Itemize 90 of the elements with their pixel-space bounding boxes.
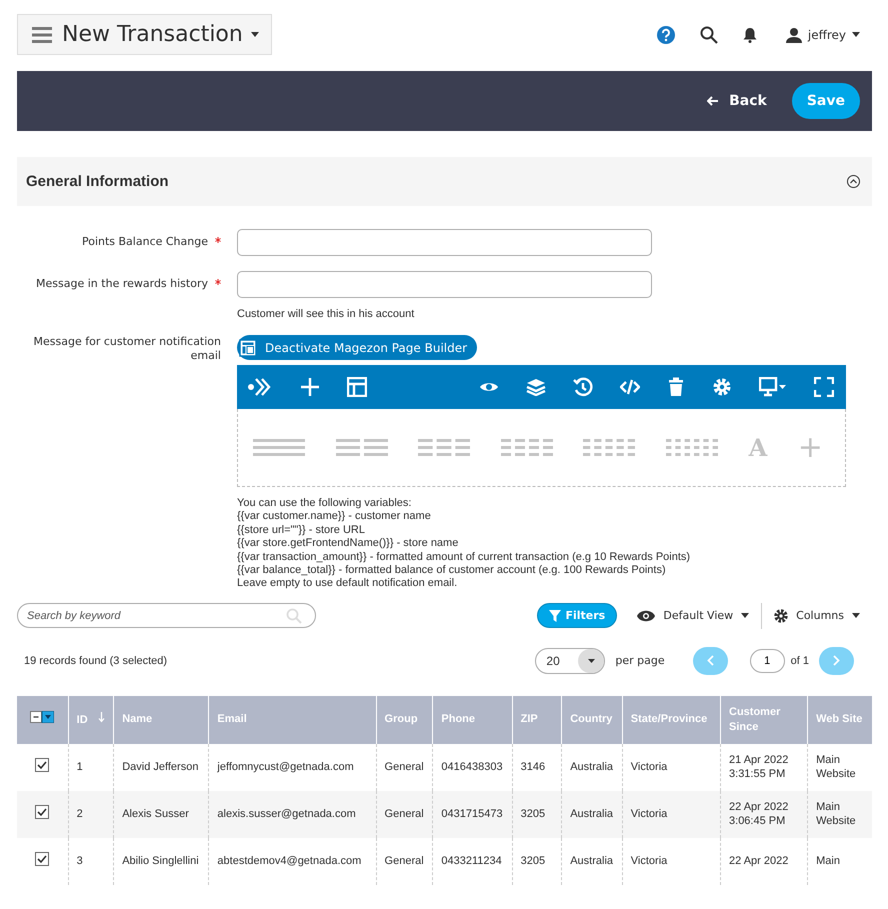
logo-icon[interactable]	[247, 376, 273, 398]
table-cell: Main Website	[808, 790, 872, 838]
table-cell: Victoria	[622, 790, 721, 838]
back-button[interactable]: Back	[707, 93, 767, 109]
monitor-icon[interactable]	[759, 377, 787, 397]
field-label: Message in the rewards history	[36, 277, 208, 290]
search-icon[interactable]	[700, 26, 718, 44]
layout-icon[interactable]	[347, 377, 367, 397]
user-menu[interactable]: jeffrey	[786, 26, 860, 42]
save-button[interactable]: Save	[792, 83, 860, 119]
element-icon[interactable]: A	[748, 433, 768, 462]
add-icon[interactable]	[300, 377, 320, 397]
chevron-left-icon	[706, 655, 714, 666]
table-cell: 22 Apr 2022 3:06:45 PM	[720, 790, 808, 838]
table-cell: Australia	[562, 838, 622, 885]
caret-icon	[250, 32, 259, 37]
gear-icon	[774, 608, 788, 623]
page-builder-toggle[interactable]: Deactivate Magezon Page Builder	[237, 335, 478, 360]
field-label: Message for customer notification email	[34, 335, 221, 362]
table-cell: Victoria	[622, 838, 721, 885]
field-note: Customer will see this in his account	[237, 308, 416, 320]
code-icon[interactable]	[620, 377, 640, 397]
search-icon	[286, 608, 302, 624]
table-cell: 22 Apr 2022	[720, 838, 808, 885]
text-input[interactable]	[237, 271, 652, 298]
gear-icon[interactable]	[712, 377, 732, 397]
layers-icon[interactable]	[526, 378, 546, 396]
collapse-icon[interactable]	[847, 175, 860, 188]
menu-icon	[32, 26, 52, 42]
arrow-left-icon	[707, 96, 720, 106]
column-header[interactable]: State/Province	[622, 696, 721, 744]
table-cell: Abilio Singlellini	[114, 838, 209, 885]
chevron-right-icon	[833, 655, 840, 666]
column-header[interactable]: ID	[68, 696, 114, 744]
table-cell: General	[376, 790, 433, 838]
table-cell: Australia	[562, 790, 622, 838]
history-icon[interactable]	[573, 377, 593, 397]
column-header[interactable]: Phone	[432, 696, 512, 744]
filters-button[interactable]: Filters	[537, 603, 618, 628]
page-title: New Transaction	[62, 22, 243, 47]
filter-icon	[549, 610, 562, 622]
column-header[interactable]: Email	[208, 696, 376, 744]
caret-icon	[852, 613, 860, 618]
fullscreen-icon[interactable]	[814, 377, 834, 397]
eye-icon	[637, 610, 656, 622]
per-page-select[interactable]: 20	[535, 648, 606, 674]
column-header[interactable]: Country	[562, 696, 622, 744]
section-title: General Information	[26, 173, 169, 190]
checked-checkbox[interactable]	[35, 852, 50, 866]
field-label: Points Balance Change	[82, 235, 208, 248]
caret-icon	[741, 613, 750, 618]
table-cell: 0433211234	[432, 838, 512, 885]
caret-icon	[588, 658, 595, 663]
checked-checkbox[interactable]	[35, 758, 50, 772]
help-text: You can use the following variables: {{var customer.name}} - customer name {{store url=""}} - store URL {{var store.getFrontendName()}} - store name {{var transaction_amount}} - formatted amount of current transaction (e.g 10 Rewards Points) {{var balance_total}} - formatted balance of customer account (e.g. 100 Rewards Points) Leave empty to use default notification email.	[237, 497, 692, 591]
column-header[interactable]: ZIP	[512, 696, 562, 744]
page-number-field[interactable]: 1	[750, 648, 785, 673]
per-page-label: per page	[615, 654, 665, 668]
table-cell: 3	[68, 838, 114, 885]
table-cell: alexis.susser@getnada.com	[208, 790, 376, 838]
checked-checkbox[interactable]	[35, 805, 50, 820]
table-cell: 3205	[512, 838, 562, 885]
table-cell: Main	[808, 838, 872, 885]
table-cell: 2	[68, 790, 114, 838]
table-cell: General	[376, 838, 433, 885]
section-header[interactable]: General Information	[17, 157, 872, 206]
element-icon[interactable]: +	[798, 430, 823, 465]
help-icon[interactable]	[656, 26, 675, 44]
page-total: of 1	[790, 654, 809, 667]
table-cell: abtestdemov4@getnada.com	[208, 838, 376, 885]
mass-select-icon[interactable]	[30, 711, 54, 724]
user-icon	[786, 26, 802, 42]
caret-icon	[852, 32, 860, 37]
table-cell: Alexis Susser	[114, 790, 209, 838]
column-title: ID	[76, 714, 88, 726]
text-input[interactable]	[237, 229, 652, 256]
column-header[interactable]: Customer Since	[720, 696, 808, 744]
records-count: 19 records found (3 selected)	[23, 654, 168, 667]
column-header[interactable]: Web Site	[808, 696, 872, 744]
trash-icon[interactable]	[667, 377, 685, 397]
layout-icon	[239, 338, 257, 356]
column-header[interactable]: Name	[114, 696, 209, 744]
view-dropdown[interactable]: Default View	[637, 609, 750, 622]
columns-dropdown[interactable]: Columns	[774, 608, 860, 623]
search-field[interactable]: Search by keyword	[17, 603, 316, 628]
table-cell: 0431715473	[432, 790, 512, 838]
column-header[interactable]: Group	[376, 696, 433, 744]
page-title-menu[interactable]: New Transaction	[17, 14, 272, 55]
bell-icon[interactable]	[742, 26, 757, 42]
table-cell: 3205	[512, 790, 562, 838]
